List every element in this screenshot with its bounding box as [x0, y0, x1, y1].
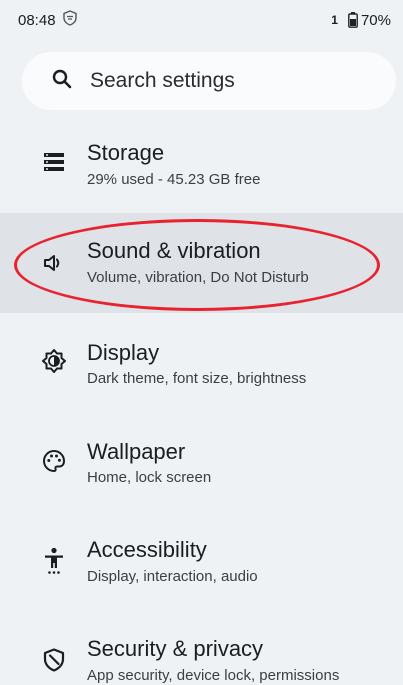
wallpaper-subtitle: Home, lock screen [87, 469, 212, 486]
status-right: 1 70% [331, 12, 391, 29]
storage-title: Storage [87, 140, 165, 165]
search-icon [52, 69, 72, 94]
sound-title: Sound & vibration [87, 238, 261, 263]
setting-sound-vibration[interactable]: Sound & vibration Volume, vibration, Do … [0, 213, 403, 313]
search-placeholder: Search settings [90, 69, 235, 92]
shield-icon [42, 648, 66, 672]
notification-count: 1 [331, 13, 338, 27]
accessibility-subtitle: Display, interaction, audio [87, 568, 258, 585]
battery-indicator: 70% [348, 12, 391, 29]
status-left: 08:48 [18, 10, 78, 30]
status-bar: 08:48 1 70% [0, 0, 403, 40]
accessibility-icon [42, 547, 66, 575]
setting-security-privacy[interactable]: Security & privacy App security, device … [0, 610, 403, 685]
storage-icon [42, 150, 66, 174]
search-bar[interactable]: Search settings [22, 52, 396, 110]
setting-display[interactable]: Display Dark theme, font size, brightnes… [0, 313, 403, 413]
security-subtitle: App security, device lock, permissions [87, 667, 340, 684]
setting-wallpaper[interactable]: Wallpaper Home, lock screen [0, 412, 403, 512]
battery-percent: 70% [360, 11, 391, 29]
wallpaper-title: Wallpaper [87, 439, 186, 464]
shield-status-icon [62, 10, 78, 30]
storage-subtitle: 29% used - 45.23 GB free [87, 171, 261, 188]
security-title: Security & privacy [87, 636, 264, 661]
battery-icon [348, 12, 358, 28]
brightness-icon [42, 349, 66, 373]
palette-icon [42, 449, 66, 473]
speaker-icon [42, 251, 66, 275]
accessibility-title: Accessibility [87, 537, 207, 562]
setting-accessibility[interactable]: Accessibility Display, interaction, audi… [0, 511, 403, 611]
setting-storage[interactable]: Storage 29% used - 45.23 GB free [0, 115, 403, 215]
display-title: Display [87, 340, 160, 365]
display-subtitle: Dark theme, font size, brightness [87, 370, 307, 387]
status-time: 08:48 [18, 11, 56, 29]
sound-subtitle: Volume, vibration, Do Not Disturb [87, 269, 309, 286]
